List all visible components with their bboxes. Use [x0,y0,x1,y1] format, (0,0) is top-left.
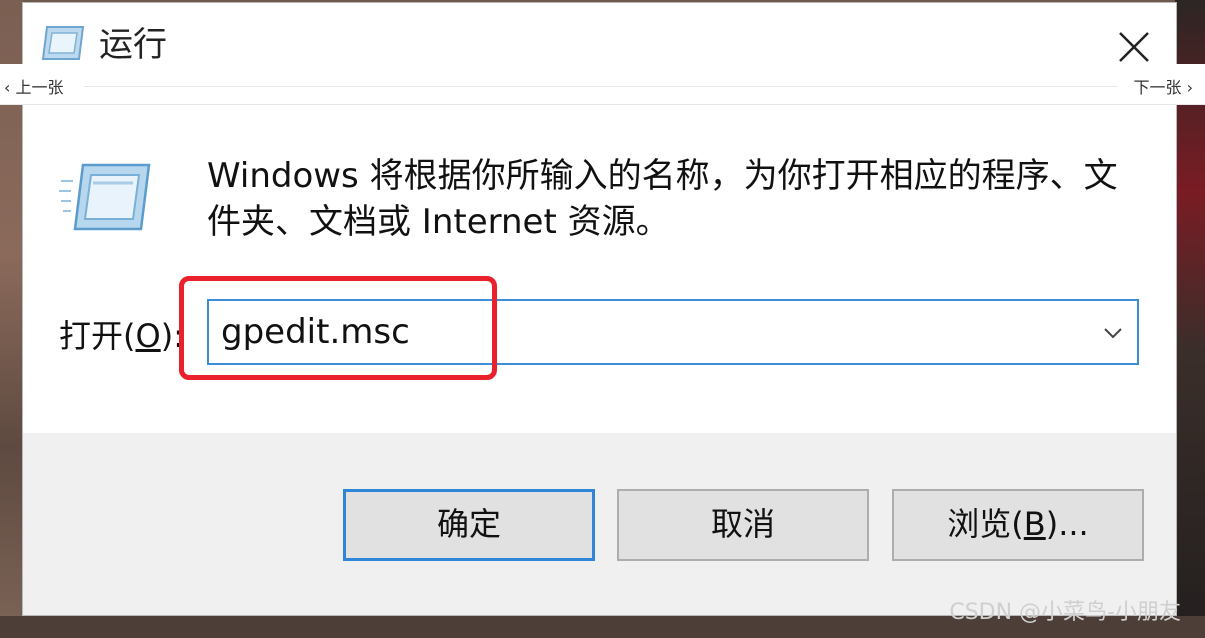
window-title: 运行 [99,25,167,65]
nav-divider [84,86,1117,87]
watermark: CSDN @小菜鸟-小朋友 [949,600,1181,625]
next-image-link[interactable]: 下一张 › [1134,74,1194,98]
browse-label-suffix: )... [1045,505,1089,543]
previous-image-link[interactable]: ‹ 上一张 [4,74,64,98]
ok-button[interactable]: 确定 [343,489,595,561]
open-label: 打开(O): [59,313,184,359]
open-label-accesskey: O [135,317,161,355]
run-app-icon [41,26,85,60]
open-label-prefix: 打开( [59,317,136,355]
chevron-down-icon[interactable] [1099,319,1127,347]
browse-label-accesskey: B [1023,505,1046,543]
browse-button[interactable]: 浏览(B)... [892,489,1144,561]
cancel-button[interactable]: 取消 [617,489,869,561]
run-app-icon [59,163,151,231]
open-input[interactable]: gpedit.msc [221,309,410,355]
image-nav-strip: ‹ 上一张 下一张 › [0,64,1205,105]
open-combobox[interactable]: gpedit.msc [207,299,1139,365]
browse-label-prefix: 浏览( [947,505,1024,543]
open-label-suffix: ): [160,317,184,355]
instruction-text: Windows 将根据你所输入的名称，为你打开相应的程序、文件夹、文档或 Int… [207,156,1118,242]
button-bar: 确定 取消 浏览(B)... [23,433,1176,615]
